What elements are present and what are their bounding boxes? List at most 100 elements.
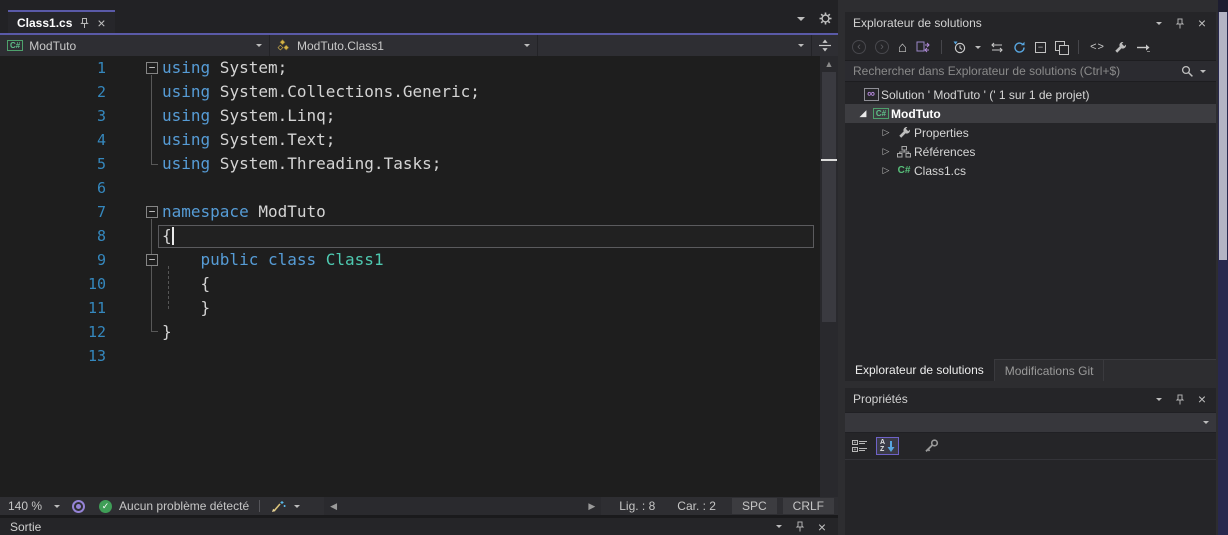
code-text: public class Class1	[200, 250, 384, 269]
tree-item-r-f-rences[interactable]: ▷ Références	[845, 142, 1216, 161]
home-icon[interactable]: ⌂	[898, 40, 907, 55]
tree-item-modtuto[interactable]: ◢ C# ModTuto	[845, 104, 1216, 123]
fold-collapse-icon[interactable]: −	[146, 254, 158, 266]
code-text: using System.Collections.Generic;	[162, 82, 480, 101]
editor-status-bar: 140 % ✓ Aucun problème détecté ◀ ▶ Lig. …	[0, 497, 838, 515]
back-icon[interactable]: ‹	[852, 40, 866, 54]
properties-wrench-icon[interactable]	[1114, 41, 1127, 54]
sync-with-active-document-icon[interactable]	[916, 41, 930, 54]
tree-item-properties[interactable]: ▷ Properties	[845, 123, 1216, 142]
line-ending-indicator[interactable]: CRLF	[782, 498, 834, 514]
line-number: 6	[96, 179, 106, 197]
code-line-5[interactable]: 5 using System.Threading.Tasks;	[0, 152, 838, 176]
code-line-10[interactable]: 10 {	[0, 272, 838, 296]
scrollbar-thumb[interactable]	[1219, 12, 1227, 260]
line-number: 8	[96, 227, 106, 245]
code-line-2[interactable]: 2 using System.Collections.Generic;	[0, 80, 838, 104]
tree-item-class1-cs[interactable]: ▷ C# Class1.cs	[845, 161, 1216, 180]
scroll-right-icon[interactable]: ▶	[582, 497, 601, 515]
property-pages-key-icon[interactable]	[923, 439, 939, 453]
column-indicator[interactable]: Car. : 2	[677, 499, 716, 513]
zoom-level[interactable]: 140 %	[8, 499, 42, 513]
code-cleanup-chevron-icon[interactable]	[294, 504, 301, 508]
sidebar-bottom-tabs: Explorateur de solutions Modifications Gi…	[845, 359, 1216, 381]
view-code-icon[interactable]: <>	[1090, 41, 1105, 54]
refresh-icon[interactable]	[1013, 41, 1026, 54]
divider	[1078, 40, 1080, 54]
editor-vertical-scrollbar[interactable]: ▲	[820, 56, 838, 497]
editor-group: Class1.cs × C# ModTuto ModTuto.Class1 1 …	[0, 0, 838, 535]
zoom-chevron-icon[interactable]	[54, 504, 61, 508]
window-menu-chevron-icon[interactable]	[1155, 21, 1162, 25]
line-number: 2	[96, 83, 106, 101]
line-number: 9	[96, 251, 106, 269]
problems-status-text[interactable]: Aucun problème détecté	[119, 499, 249, 513]
search-options-chevron-icon[interactable]	[1200, 69, 1206, 73]
code-cleanup-icon[interactable]	[270, 499, 286, 513]
code-editor[interactable]: 1− using System; 2 using System.Collections…	[0, 56, 838, 497]
close-window-icon[interactable]: ×	[1198, 16, 1206, 30]
pin-tab-icon[interactable]	[79, 17, 90, 29]
code-line-7[interactable]: 7 − namespace ModTuto	[0, 200, 838, 224]
document-health-icon[interactable]	[72, 499, 86, 513]
close-tab-icon[interactable]: ×	[97, 16, 105, 30]
code-line-4[interactable]: 4 using System.Text;	[0, 128, 838, 152]
fold-collapse-icon[interactable]: −	[146, 206, 158, 218]
code-line-13[interactable]: 13	[0, 344, 838, 368]
editor-horizontal-scrollbar[interactable]: ◀ ▶	[324, 497, 602, 515]
member-dropdown[interactable]	[538, 35, 812, 56]
solution-explorer-titlebar[interactable]: Explorateur de solutions ×	[845, 12, 1216, 34]
sidebar-tab-explorateur-de-solutions[interactable]: Explorateur de solutions	[845, 359, 995, 381]
show-all-files-icon[interactable]	[1055, 41, 1070, 55]
split-window-handle[interactable]	[812, 35, 838, 56]
sidebar-tab-modifications-git[interactable]: Modifications Git	[995, 360, 1105, 381]
expanded-arrow-icon[interactable]: ◢	[855, 108, 871, 119]
filter-chevron-icon[interactable]	[975, 45, 982, 49]
code-line-1[interactable]: 1 − using System;	[0, 56, 838, 80]
document-tab-class1[interactable]: Class1.cs ×	[8, 10, 115, 33]
collapsed-arrow-icon[interactable]: ▷	[878, 165, 894, 176]
search-icon[interactable]	[1181, 65, 1194, 78]
tree-item-label: Properties	[914, 125, 969, 140]
code-line-9[interactable]: 9 − public class Class1	[0, 248, 838, 272]
switch-views-icon[interactable]	[990, 42, 1004, 53]
code-line-11[interactable]: 11 }	[0, 296, 838, 320]
collapse-all-icon[interactable]: −	[1035, 41, 1047, 53]
scroll-left-icon[interactable]: ◀	[324, 497, 343, 515]
forward-icon[interactable]: ›	[875, 40, 889, 54]
fold-collapse-icon[interactable]: −	[146, 62, 158, 74]
editor-options-gear-icon[interactable]	[819, 12, 832, 25]
tree-item-solution-modtuto-1-sur-1-de-projet[interactable]: ∞ Solution ' ModTuto ' (' 1 sur 1 de proj…	[845, 85, 1216, 104]
preview-selected-items-icon[interactable]	[1136, 42, 1151, 53]
pin-window-icon[interactable]	[1175, 394, 1185, 405]
fold-margin	[106, 176, 162, 200]
code-line-6[interactable]: 6	[0, 176, 838, 200]
output-panel-titlebar[interactable]: Sortie ×	[0, 515, 838, 535]
properties-titlebar[interactable]: Propriétés ×	[845, 388, 1216, 410]
window-vertical-scrollbar[interactable]	[1218, 0, 1228, 535]
scrollbar-thumb[interactable]	[822, 72, 836, 322]
window-menu-chevron-icon[interactable]	[775, 525, 782, 528]
code-line-3[interactable]: 3 using System.Linq;	[0, 104, 838, 128]
line-indicator[interactable]: Lig. : 8	[619, 499, 655, 513]
tab-list-chevron-icon[interactable]	[797, 16, 805, 21]
alphabetical-sort-icon[interactable]: AZ	[876, 437, 900, 455]
svg-text:+: +	[854, 440, 857, 446]
close-window-icon[interactable]: ×	[818, 520, 826, 534]
line-number: 7	[96, 203, 106, 221]
type-dropdown[interactable]: ModTuto.Class1	[270, 35, 538, 56]
categorized-view-icon[interactable]: + +	[852, 439, 868, 453]
scroll-up-icon[interactable]: ▲	[820, 56, 838, 72]
spaces-indicator[interactable]: SPC	[731, 498, 777, 514]
pin-window-icon[interactable]	[1175, 18, 1185, 29]
window-menu-chevron-icon[interactable]	[1155, 397, 1162, 401]
pending-changes-filter-icon[interactable]	[953, 41, 966, 54]
project-dropdown[interactable]: C# ModTuto	[0, 35, 270, 56]
code-line-12[interactable]: 12}	[0, 320, 838, 344]
pin-window-icon[interactable]	[795, 521, 805, 532]
collapsed-arrow-icon[interactable]: ▷	[878, 127, 894, 138]
properties-object-dropdown[interactable]	[845, 412, 1216, 433]
collapsed-arrow-icon[interactable]: ▷	[878, 146, 894, 157]
close-window-icon[interactable]: ×	[1198, 392, 1206, 406]
solution-explorer-search[interactable]: Rechercher dans Explorateur de solutions…	[845, 60, 1216, 82]
